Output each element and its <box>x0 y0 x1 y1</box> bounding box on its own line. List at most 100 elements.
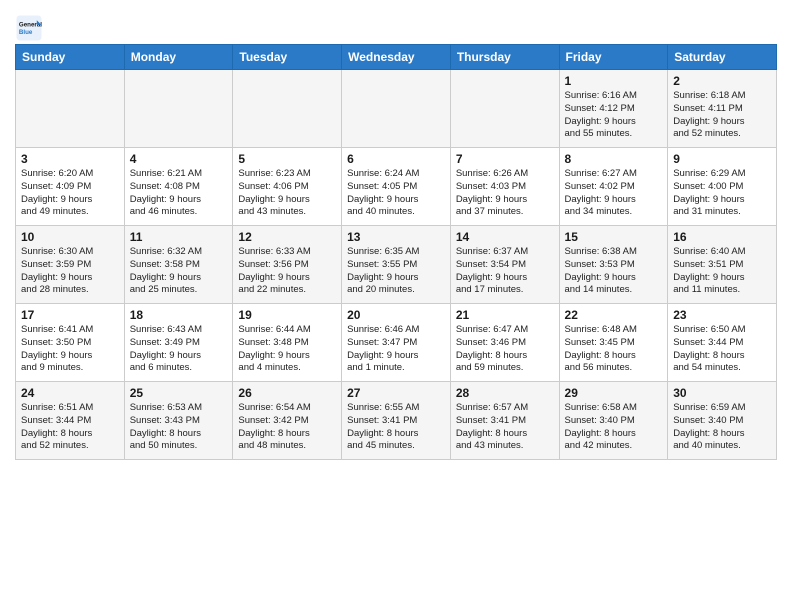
day-info: Sunset: 3:59 PM <box>21 259 119 272</box>
day-number: 23 <box>673 308 771 322</box>
calendar-cell: 12Sunrise: 6:33 AMSunset: 3:56 PMDayligh… <box>233 226 342 304</box>
day-info: and 56 minutes. <box>565 362 663 375</box>
day-info: Daylight: 8 hours <box>565 350 663 363</box>
calendar-cell: 20Sunrise: 6:46 AMSunset: 3:47 PMDayligh… <box>342 304 451 382</box>
day-number: 29 <box>565 386 663 400</box>
day-info: Sunset: 3:54 PM <box>456 259 554 272</box>
day-info: and 34 minutes. <box>565 206 663 219</box>
calendar-cell: 13Sunrise: 6:35 AMSunset: 3:55 PMDayligh… <box>342 226 451 304</box>
logo-icon: General Blue <box>15 14 43 42</box>
day-info: and 49 minutes. <box>21 206 119 219</box>
calendar-cell: 28Sunrise: 6:57 AMSunset: 3:41 PMDayligh… <box>450 382 559 460</box>
day-number: 19 <box>238 308 336 322</box>
day-number: 11 <box>130 230 228 244</box>
day-number: 4 <box>130 152 228 166</box>
day-number: 28 <box>456 386 554 400</box>
logo: General Blue <box>15 14 47 42</box>
day-info: Daylight: 9 hours <box>130 272 228 285</box>
calendar-cell: 14Sunrise: 6:37 AMSunset: 3:54 PMDayligh… <box>450 226 559 304</box>
calendar-cell: 30Sunrise: 6:59 AMSunset: 3:40 PMDayligh… <box>668 382 777 460</box>
day-number: 10 <box>21 230 119 244</box>
day-info: and 37 minutes. <box>456 206 554 219</box>
day-info: Daylight: 8 hours <box>456 428 554 441</box>
day-info: and 43 minutes. <box>456 440 554 453</box>
day-info: and 11 minutes. <box>673 284 771 297</box>
day-info: Sunrise: 6:48 AM <box>565 324 663 337</box>
weekday-header-cell: Friday <box>559 45 668 70</box>
day-info: Sunrise: 6:26 AM <box>456 168 554 181</box>
day-info: Sunset: 3:44 PM <box>673 337 771 350</box>
calendar-body: 1Sunrise: 6:16 AMSunset: 4:12 PMDaylight… <box>16 70 777 460</box>
day-info: and 31 minutes. <box>673 206 771 219</box>
day-info: Sunset: 3:56 PM <box>238 259 336 272</box>
calendar-cell: 26Sunrise: 6:54 AMSunset: 3:42 PMDayligh… <box>233 382 342 460</box>
calendar-header-row: SundayMondayTuesdayWednesdayThursdayFrid… <box>16 45 777 70</box>
day-number: 22 <box>565 308 663 322</box>
day-info: Sunset: 4:02 PM <box>565 181 663 194</box>
day-info: Sunset: 4:09 PM <box>21 181 119 194</box>
calendar-cell: 7Sunrise: 6:26 AMSunset: 4:03 PMDaylight… <box>450 148 559 226</box>
calendar-cell: 15Sunrise: 6:38 AMSunset: 3:53 PMDayligh… <box>559 226 668 304</box>
day-info: and 45 minutes. <box>347 440 445 453</box>
day-info: and 20 minutes. <box>347 284 445 297</box>
day-info: Daylight: 8 hours <box>565 428 663 441</box>
calendar-cell <box>124 70 233 148</box>
day-info: Sunset: 3:50 PM <box>21 337 119 350</box>
day-number: 8 <box>565 152 663 166</box>
calendar-cell: 18Sunrise: 6:43 AMSunset: 3:49 PMDayligh… <box>124 304 233 382</box>
calendar-cell: 21Sunrise: 6:47 AMSunset: 3:46 PMDayligh… <box>450 304 559 382</box>
day-info: Daylight: 9 hours <box>238 272 336 285</box>
day-info: Sunrise: 6:58 AM <box>565 402 663 415</box>
day-info: Sunrise: 6:29 AM <box>673 168 771 181</box>
day-info: Sunset: 3:40 PM <box>565 415 663 428</box>
day-info: Sunset: 3:48 PM <box>238 337 336 350</box>
weekday-header-cell: Sunday <box>16 45 125 70</box>
calendar-cell: 3Sunrise: 6:20 AMSunset: 4:09 PMDaylight… <box>16 148 125 226</box>
day-info: Sunrise: 6:24 AM <box>347 168 445 181</box>
calendar-cell <box>342 70 451 148</box>
day-info: Sunrise: 6:46 AM <box>347 324 445 337</box>
day-info: Sunset: 4:00 PM <box>673 181 771 194</box>
day-info: Sunset: 3:45 PM <box>565 337 663 350</box>
day-info: Daylight: 9 hours <box>238 194 336 207</box>
day-info: and 48 minutes. <box>238 440 336 453</box>
day-info: Sunrise: 6:50 AM <box>673 324 771 337</box>
day-number: 15 <box>565 230 663 244</box>
calendar-cell <box>233 70 342 148</box>
day-info: Sunset: 3:41 PM <box>456 415 554 428</box>
day-info: and 14 minutes. <box>565 284 663 297</box>
day-number: 14 <box>456 230 554 244</box>
main-container: General Blue SundayMondayTuesdayWednesda… <box>0 0 792 468</box>
day-number: 18 <box>130 308 228 322</box>
day-info: and 42 minutes. <box>565 440 663 453</box>
day-info: Daylight: 9 hours <box>347 194 445 207</box>
day-number: 17 <box>21 308 119 322</box>
day-number: 9 <box>673 152 771 166</box>
calendar-cell: 16Sunrise: 6:40 AMSunset: 3:51 PMDayligh… <box>668 226 777 304</box>
calendar-cell: 29 Sunrise: 6:58 AMSunset: 3:40 PMDayligh… <box>559 382 668 460</box>
day-info: Sunset: 3:49 PM <box>130 337 228 350</box>
day-number: 12 <box>238 230 336 244</box>
day-number: 7 <box>456 152 554 166</box>
day-info: Sunrise: 6:30 AM <box>21 246 119 259</box>
day-info: and 4 minutes. <box>238 362 336 375</box>
day-info: Sunrise: 6:18 AM <box>673 90 771 103</box>
day-info: Daylight: 9 hours <box>565 116 663 129</box>
day-info: Daylight: 8 hours <box>347 428 445 441</box>
day-info: and 52 minutes. <box>673 128 771 141</box>
day-info: Sunrise: 6:37 AM <box>456 246 554 259</box>
day-info: Sunrise: 6:32 AM <box>130 246 228 259</box>
day-info: Sunset: 3:55 PM <box>347 259 445 272</box>
day-info: Sunrise: 6:27 AM <box>565 168 663 181</box>
day-info: Daylight: 9 hours <box>21 350 119 363</box>
day-info: and 50 minutes. <box>130 440 228 453</box>
day-info: Daylight: 9 hours <box>21 272 119 285</box>
day-info: Sunrise: 6:23 AM <box>238 168 336 181</box>
day-info: and 6 minutes. <box>130 362 228 375</box>
day-info: and 28 minutes. <box>21 284 119 297</box>
calendar-table: SundayMondayTuesdayWednesdayThursdayFrid… <box>15 44 777 460</box>
day-info: Daylight: 9 hours <box>347 272 445 285</box>
day-info: and 46 minutes. <box>130 206 228 219</box>
day-info: Sunrise: 6:53 AM <box>130 402 228 415</box>
day-info: Daylight: 8 hours <box>456 350 554 363</box>
